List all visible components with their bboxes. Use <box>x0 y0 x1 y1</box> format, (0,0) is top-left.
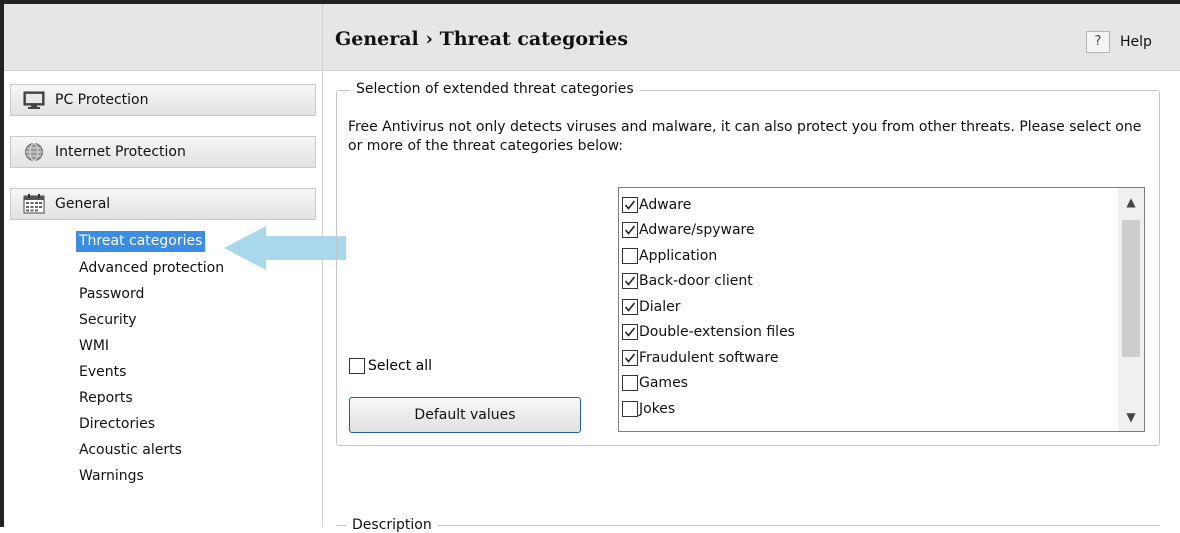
category-item[interactable]: Adware/spyware <box>622 218 795 244</box>
sidebar-item-events[interactable]: Events <box>76 359 227 385</box>
default-values-button[interactable]: Default values <box>349 397 581 433</box>
category-label: Double-extension files <box>639 324 795 341</box>
page-title: General › Threat categories <box>335 28 629 50</box>
general-subtree: Threat categories Advanced protection Pa… <box>76 229 227 489</box>
category-label: Adware/spyware <box>639 222 755 239</box>
sidebar-section-label: PC Protection <box>55 92 149 108</box>
checkbox-icon[interactable] <box>349 358 365 374</box>
calendar-icon <box>23 194 45 214</box>
category-item[interactable]: Double-extension files <box>622 320 795 346</box>
select-all-checkbox[interactable]: Select all <box>349 358 432 374</box>
list-scrollbar[interactable]: ▲ ▼ <box>1118 188 1144 431</box>
threat-category-list[interactable]: Adware Adware/spyware Application Back-door… <box>618 187 1145 432</box>
checked-checkbox-icon[interactable] <box>622 324 638 341</box>
category-item[interactable]: Games <box>622 371 795 397</box>
category-item[interactable]: Jokes <box>622 396 795 422</box>
help-icon[interactable]: ? <box>1086 31 1110 53</box>
checked-checkbox-icon[interactable] <box>622 298 638 315</box>
category-item[interactable]: Application <box>622 243 795 269</box>
checked-checkbox-icon[interactable] <box>622 273 638 290</box>
intro-text: Free Antivirus not only detects viruses … <box>348 119 1142 154</box>
scroll-down-icon[interactable]: ▼ <box>1118 403 1144 431</box>
sidebar-section-pc-protection[interactable]: PC Protection <box>10 84 316 116</box>
scroll-up-icon[interactable]: ▲ <box>1118 188 1144 216</box>
sidebar-header <box>4 4 322 71</box>
sidebar-item-acoustic-alerts[interactable]: Acoustic alerts <box>76 437 227 463</box>
threat-category-items: Adware Adware/spyware Application Back-door… <box>622 192 795 422</box>
pointer-arrow-icon <box>224 226 346 270</box>
sidebar-section-label: General <box>55 196 111 212</box>
sidebar-item-wmi[interactable]: WMI <box>76 333 227 359</box>
checked-checkbox-icon[interactable] <box>622 349 638 366</box>
category-item[interactable]: Adware <box>622 192 795 218</box>
sidebar-item-password[interactable]: Password <box>76 281 227 307</box>
help-link[interactable]: Help <box>1120 34 1152 50</box>
sidebar-item-security[interactable]: Security <box>76 307 227 333</box>
sidebar-item-reports[interactable]: Reports <box>76 385 227 411</box>
main-header: General › Threat categories ? Help <box>323 4 1180 71</box>
scrollbar-thumb[interactable] <box>1122 220 1140 357</box>
sidebar-item-advanced-protection[interactable]: Advanced protection <box>76 255 227 281</box>
checked-checkbox-icon[interactable] <box>622 222 638 239</box>
checkbox-icon[interactable] <box>622 375 638 392</box>
description-title: Description <box>346 517 438 533</box>
checkbox-icon[interactable] <box>622 247 638 264</box>
category-label: Fraudulent software <box>639 349 779 366</box>
sidebar-section-internet-protection[interactable]: Internet Protection <box>10 136 316 168</box>
checked-checkbox-icon[interactable] <box>622 196 638 213</box>
category-item[interactable]: Dialer <box>622 294 795 320</box>
category-label: Application <box>639 247 718 264</box>
groupbox-title: Selection of extended threat categories <box>350 81 640 97</box>
sidebar-section-general[interactable]: General <box>10 188 316 220</box>
description-groupbox-border <box>336 525 1160 526</box>
select-all-label: Select all <box>368 358 432 374</box>
category-item[interactable]: Back-door client <box>622 269 795 295</box>
monitor-icon <box>23 90 45 110</box>
globe-icon <box>23 142 45 162</box>
category-item[interactable]: Fraudulent software <box>622 345 795 371</box>
sidebar-section-label: Internet Protection <box>55 144 186 160</box>
category-label: Dialer <box>639 298 681 315</box>
sidebar-item-threat-categories[interactable]: Threat categories <box>76 231 206 252</box>
sidebar-item-warnings[interactable]: Warnings <box>76 463 227 489</box>
category-label: Jokes <box>639 400 676 417</box>
sidebar-item-directories[interactable]: Directories <box>76 411 227 437</box>
category-label: Adware <box>639 196 692 213</box>
category-label: Games <box>639 375 688 392</box>
checkbox-icon[interactable] <box>622 400 638 417</box>
category-label: Back-door client <box>639 273 753 290</box>
